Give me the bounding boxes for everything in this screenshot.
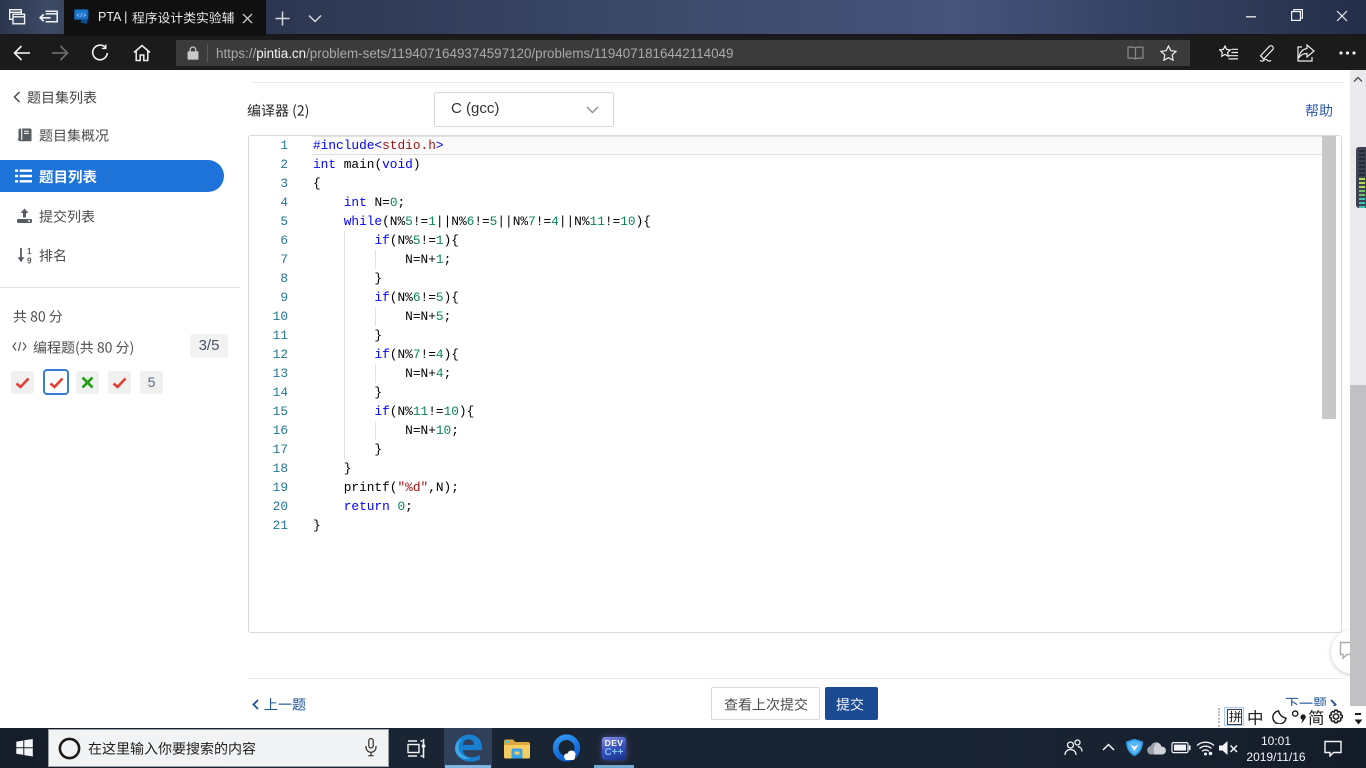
svg-text:</>: </>	[76, 12, 86, 19]
svg-text:9: 9	[27, 257, 32, 265]
svg-text:1: 1	[27, 247, 32, 256]
